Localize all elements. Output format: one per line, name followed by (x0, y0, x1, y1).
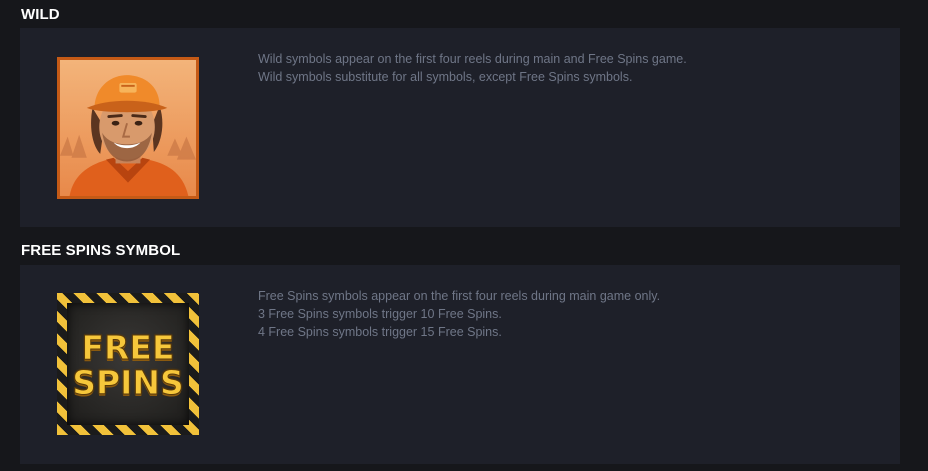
paytable-page: WILD Wild symbols appear on the first fo… (0, 0, 928, 471)
free-spins-section-title: FREE SPINS SYMBOL (21, 242, 181, 259)
free-spins-symbol-plate: FREE SPINS (67, 303, 189, 425)
wild-description-line: Wild symbols substitute for all symbols,… (258, 70, 633, 84)
wild-man-portrait-icon (57, 57, 199, 199)
free-spins-symbol-text-free: FREE (81, 328, 175, 367)
free-spins-description-line: Free Spins symbols appear on the first f… (258, 289, 661, 303)
free-spins-symbol-icon: FREE SPINS (57, 293, 199, 435)
free-spins-symbol-text-spins: SPINS (72, 363, 185, 402)
wild-panel: Wild symbols appear on the first four re… (20, 28, 900, 227)
wild-description-line: Wild symbols appear on the first four re… (258, 52, 687, 66)
wild-section-title: WILD (21, 6, 60, 23)
wild-description: Wild symbols appear on the first four re… (258, 50, 687, 86)
free-spins-description: Free Spins symbols appear on the first f… (258, 287, 660, 341)
free-spins-panel: FREE SPINS Free Spins symbols appear on … (20, 265, 900, 464)
free-spins-description-line: 4 Free Spins symbols trigger 15 Free Spi… (258, 325, 502, 339)
free-spins-description-line: 3 Free Spins symbols trigger 10 Free Spi… (258, 307, 502, 321)
